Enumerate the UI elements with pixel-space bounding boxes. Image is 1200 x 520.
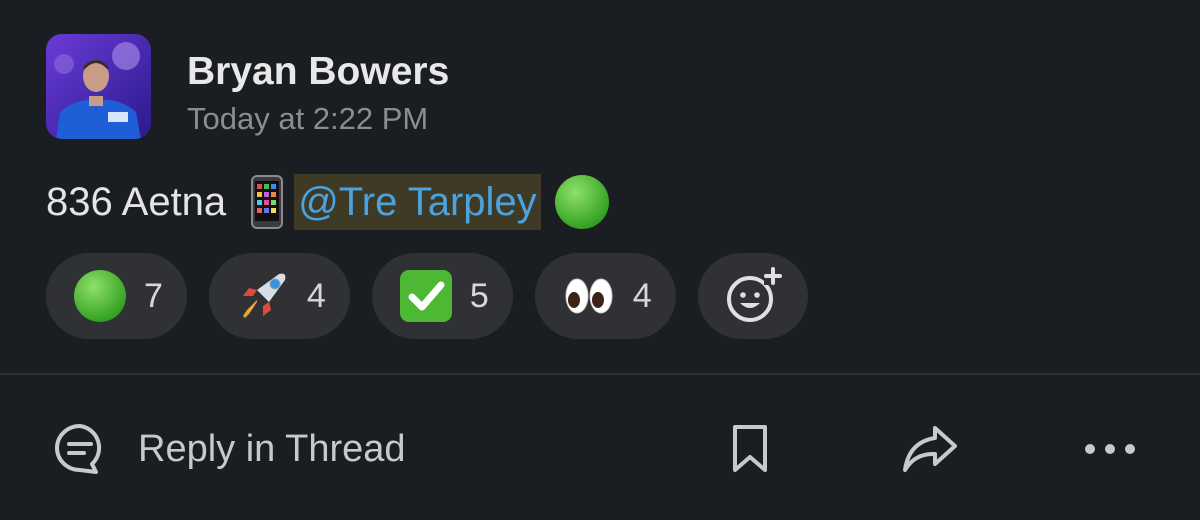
share-button[interactable]	[900, 419, 960, 479]
reactions-bar: 7 4 5 4	[46, 253, 808, 339]
avatar[interactable]	[46, 34, 151, 139]
reaction-count: 4	[632, 276, 652, 315]
mobile-phone-icon	[250, 175, 284, 229]
bookmark-icon	[733, 425, 767, 472]
check-mark-icon	[399, 270, 452, 322]
reaction-count: 4	[306, 276, 326, 315]
reaction-count: 5	[469, 276, 489, 315]
message-body: 836 Aetna @Tre Tarpley	[46, 172, 611, 232]
more-icon	[1085, 444, 1135, 454]
thread-bubble-icon	[55, 424, 102, 474]
timestamp[interactable]: Today at 2:22 PM	[187, 100, 428, 138]
green-circle-icon	[553, 173, 611, 231]
eyes-icon	[565, 278, 613, 314]
message-text: 836 Aetna	[46, 179, 227, 224]
reaction-count: 7	[144, 276, 163, 315]
green-circle-icon	[74, 270, 126, 322]
reaction-eyes[interactable]: 4	[534, 253, 676, 339]
add-reaction-button[interactable]	[697, 253, 808, 339]
bookmark-button[interactable]	[720, 419, 780, 479]
reaction-rocket[interactable]: 4	[208, 253, 350, 339]
reaction-green-circle[interactable]: 7	[46, 253, 187, 339]
share-icon	[903, 426, 957, 472]
more-actions-button[interactable]	[1080, 419, 1140, 479]
reply-in-thread-button[interactable]: Reply in Thread	[52, 419, 406, 479]
reaction-check-mark[interactable]: 5	[371, 253, 513, 339]
author-name[interactable]: Bryan Bowers	[187, 50, 449, 94]
rocket-icon	[242, 273, 286, 318]
message-actions-bar: Reply in Thread	[0, 375, 1200, 520]
add-reaction-icon	[726, 267, 782, 322]
user-mention[interactable]: @Tre Tarpley	[294, 174, 541, 230]
message: Bryan Bowers Today at 2:22 PM 836 Aetna	[0, 0, 1200, 373]
reply-in-thread-label: Reply in Thread	[138, 427, 406, 470]
